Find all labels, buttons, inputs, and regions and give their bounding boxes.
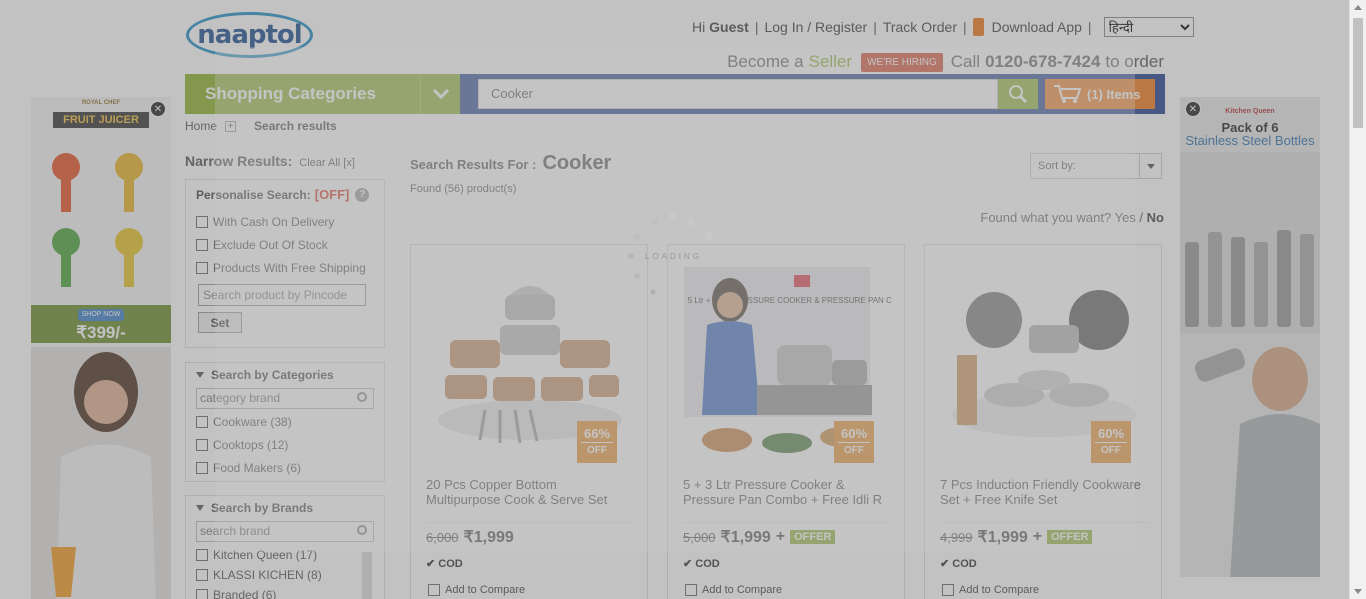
- loading-text: LOADING: [645, 252, 703, 261]
- scroll-up-icon: [1354, 5, 1362, 10]
- scroll-thumb[interactable]: [1353, 18, 1363, 128]
- scroll-down-icon: [1354, 589, 1362, 594]
- page-scrollbar[interactable]: [1349, 0, 1366, 599]
